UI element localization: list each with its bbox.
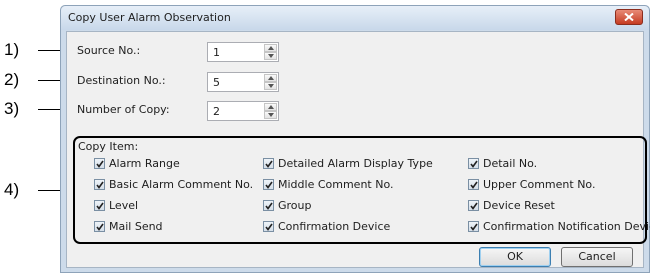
destination-no-value[interactable]: 5 [213, 76, 220, 89]
close-button[interactable] [615, 9, 643, 25]
checkbox-box[interactable] [94, 158, 105, 169]
callout-number: 2) [4, 70, 20, 89]
callout-4: 4) [4, 180, 60, 200]
dialog-title: Copy User Alarm Observation [68, 11, 231, 24]
spin-down-button[interactable] [264, 82, 277, 90]
spin-up-button[interactable] [264, 44, 277, 52]
check-icon [96, 223, 104, 231]
checkbox-label[interactable]: Device Reset [483, 199, 555, 212]
callout-3: 3) [4, 99, 60, 119]
checkbox-label[interactable]: Detail No. [483, 157, 537, 170]
checkbox-box[interactable] [468, 158, 479, 169]
spin-buttons [264, 74, 277, 90]
copy-item-label: Copy Item: [78, 140, 139, 153]
checkbox-box[interactable] [263, 221, 274, 232]
title-bar[interactable]: Copy User Alarm Observation [61, 6, 649, 30]
callout-number: 3) [4, 99, 20, 118]
arrow-up-icon [268, 76, 274, 80]
check-icon [265, 223, 273, 231]
checkbox-box[interactable] [263, 158, 274, 169]
checkbox-label[interactable]: Detailed Alarm Display Type [278, 157, 433, 170]
callout-number: 4) [4, 180, 20, 199]
source-no-spinbox[interactable]: 1 [207, 42, 279, 62]
checkbox-box[interactable] [94, 179, 105, 190]
checkbox-label[interactable]: Upper Comment No. [483, 178, 595, 191]
arrow-down-icon [268, 84, 274, 88]
check-icon [96, 202, 104, 210]
number-of-copy-label: Number of Copy: [77, 103, 170, 116]
check-icon [265, 181, 273, 189]
check-icon [96, 181, 104, 189]
checkbox-box[interactable] [263, 179, 274, 190]
checkbox-label[interactable]: Middle Comment No. [278, 178, 393, 191]
check-icon [470, 160, 478, 168]
checkbox-label[interactable]: Group [278, 199, 312, 212]
arrow-up-icon [268, 46, 274, 50]
checkbox-label[interactable]: Basic Alarm Comment No. [109, 178, 253, 191]
checkbox-box[interactable] [468, 200, 479, 211]
checkbox-box[interactable] [94, 200, 105, 211]
arrow-down-icon [268, 54, 274, 58]
checkbox-box[interactable] [94, 221, 105, 232]
spin-buttons [264, 44, 277, 60]
callout-2: 2) [4, 70, 60, 90]
checkbox-label[interactable]: Alarm Range [109, 157, 180, 170]
spin-buttons [264, 103, 277, 119]
check-icon [265, 160, 273, 168]
callout-line [38, 190, 60, 191]
destination-no-label: Destination No.: [77, 74, 166, 87]
checkbox-box[interactable] [468, 221, 479, 232]
spin-down-button[interactable] [264, 52, 277, 60]
number-of-copy-value[interactable]: 2 [213, 105, 220, 118]
source-no-label: Source No.: [77, 44, 141, 57]
checkbox-label[interactable]: Level [109, 199, 138, 212]
cancel-button[interactable]: Cancel [561, 247, 633, 267]
dialog-client-area: Source No.: 1 Destination No.: 5 Number … [66, 31, 650, 268]
callout-number: 1) [4, 40, 20, 59]
spin-up-button[interactable] [264, 74, 277, 82]
source-no-value[interactable]: 1 [213, 46, 220, 59]
checkbox-label[interactable]: Confirmation Notification Device [483, 220, 650, 233]
checkbox-box[interactable] [263, 200, 274, 211]
copy-user-alarm-dialog: Copy User Alarm Observation Source No.: … [60, 5, 650, 273]
close-icon [624, 13, 634, 21]
callout-line [38, 80, 60, 81]
callout-line [38, 50, 60, 51]
check-icon [470, 181, 478, 189]
arrow-up-icon [268, 105, 274, 109]
check-icon [470, 202, 478, 210]
spin-up-button[interactable] [264, 103, 277, 111]
number-of-copy-spinbox[interactable]: 2 [207, 101, 279, 121]
destination-no-spinbox[interactable]: 5 [207, 72, 279, 92]
checkbox-label[interactable]: Confirmation Device [278, 220, 390, 233]
check-icon [470, 223, 478, 231]
arrow-down-icon [268, 113, 274, 117]
callout-1: 1) [4, 40, 60, 60]
checkbox-label[interactable]: Mail Send [109, 220, 163, 233]
check-icon [96, 160, 104, 168]
callout-line [38, 109, 60, 110]
ok-button[interactable]: OK [479, 247, 551, 267]
check-icon [265, 202, 273, 210]
checkbox-box[interactable] [468, 179, 479, 190]
spin-down-button[interactable] [264, 111, 277, 119]
